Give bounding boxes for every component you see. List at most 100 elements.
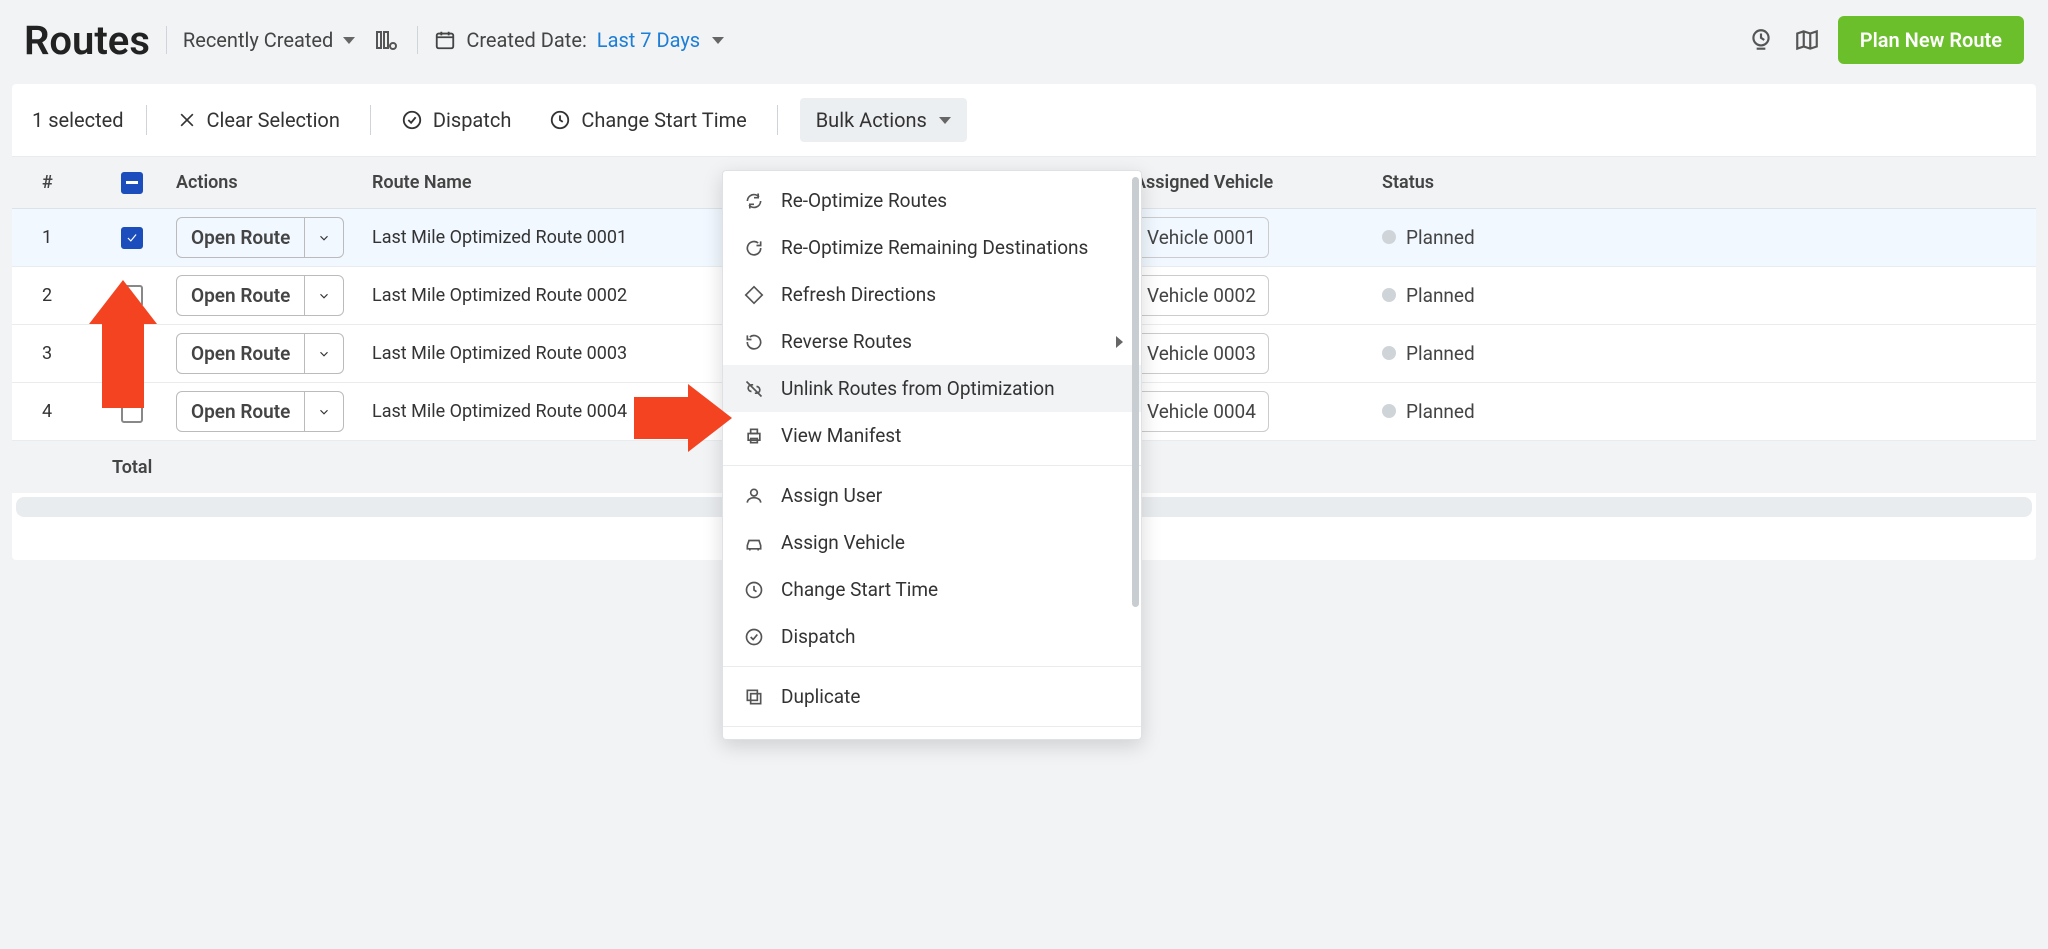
menu-separator	[723, 726, 1141, 727]
assigned-vehicle-cell[interactable]: Vehicle 0004	[1134, 391, 1269, 432]
clear-selection-button[interactable]: Clear Selection	[169, 102, 348, 138]
map-icon[interactable]	[1792, 25, 1822, 55]
divider	[417, 26, 418, 54]
menu-label: Refresh Directions	[781, 283, 936, 306]
date-range: Last 7 Days	[597, 28, 700, 52]
undo-icon	[743, 332, 765, 352]
menu-label: Unlink Routes from Optimization	[781, 377, 1055, 400]
menu-separator	[723, 465, 1141, 466]
sort-dropdown[interactable]: Recently Created	[183, 28, 355, 52]
assigned-vehicle-cell[interactable]: Vehicle 0001	[1134, 217, 1269, 258]
plan-new-route-button[interactable]: Plan New Route	[1838, 16, 2024, 64]
menu-reoptimize-routes[interactable]: Re-Optimize Routes	[723, 177, 1141, 224]
menu-dispatch[interactable]: Dispatch	[723, 613, 1141, 660]
refresh-icon	[743, 238, 765, 258]
open-route-button[interactable]: Open Route	[177, 276, 304, 315]
menu-label: Duplicate	[781, 685, 860, 708]
menu-reoptimize-remaining[interactable]: Re-Optimize Remaining Destinations	[723, 224, 1141, 271]
row-number: 2	[12, 285, 100, 306]
open-route-menu[interactable]	[304, 276, 343, 315]
calendar-icon	[434, 29, 456, 51]
page-title: Routes	[24, 17, 150, 64]
menu-assign-vehicle[interactable]: Assign Vehicle	[723, 519, 1141, 566]
status-cell: Planned	[1382, 400, 1475, 423]
bulk-actions-label: Bulk Actions	[816, 108, 927, 132]
menu-label: Dispatch	[781, 625, 856, 648]
status-dot-icon	[1382, 230, 1396, 244]
assigned-vehicle-cell[interactable]: Vehicle 0002	[1134, 275, 1269, 316]
row-checkbox[interactable]	[121, 227, 143, 249]
open-route-button[interactable]: Open Route	[177, 218, 304, 257]
col-header-status: Status	[1374, 172, 2036, 193]
annotation-arrow-up	[102, 280, 157, 408]
menu-label: Reverse Routes	[781, 330, 912, 353]
status-dot-icon	[1382, 346, 1396, 360]
close-icon	[177, 110, 197, 130]
change-start-time-button[interactable]: Change Start Time	[541, 102, 754, 138]
chevron-down-icon	[343, 37, 355, 44]
unlink-icon	[743, 379, 765, 399]
menu-label: Assign Vehicle	[781, 531, 905, 554]
divider	[370, 105, 371, 135]
open-route-button[interactable]: Open Route	[177, 334, 304, 373]
annotation-arrow-right	[634, 384, 732, 452]
total-label: Total	[112, 457, 152, 478]
check-circle-icon	[401, 109, 423, 131]
col-header-number: #	[12, 172, 100, 193]
bulk-actions-dropdown[interactable]: Bulk Actions	[800, 98, 967, 142]
date-filter[interactable]: Created Date: Last 7 Days	[434, 28, 724, 52]
menu-refresh-directions[interactable]: Refresh Directions	[723, 271, 1141, 318]
menu-change-start-time[interactable]: Change Start Time	[723, 566, 1141, 613]
menu-label: Assign User	[781, 484, 882, 507]
columns-settings-icon[interactable]	[371, 25, 401, 55]
menu-unlink-routes[interactable]: Unlink Routes from Optimization	[723, 365, 1141, 412]
menu-view-manifest[interactable]: View Manifest	[723, 412, 1141, 459]
row-number: 1	[12, 227, 100, 248]
clock-icon	[743, 580, 765, 600]
divider	[777, 105, 778, 135]
open-route-menu[interactable]	[304, 392, 343, 431]
menu-assign-user[interactable]: Assign User	[723, 472, 1141, 519]
chevron-down-icon	[939, 117, 951, 124]
routes-panel: 1 selected Clear Selection Dispatch Chan…	[12, 84, 2036, 560]
select-all-checkbox[interactable]	[121, 172, 143, 194]
menu-label: Change Start Time	[781, 578, 938, 601]
dispatch-label: Dispatch	[433, 108, 511, 132]
divider	[146, 105, 147, 135]
status-dot-icon	[1382, 288, 1396, 302]
selected-count: 1 selected	[28, 108, 124, 132]
print-icon	[743, 426, 765, 446]
row-number: 3	[12, 343, 100, 364]
divider	[166, 26, 167, 54]
person-icon	[743, 486, 765, 506]
status-dot-icon	[1382, 404, 1396, 418]
menu-label: Re-Optimize Remaining Destinations	[781, 236, 1088, 259]
menu-label: View Manifest	[781, 424, 901, 447]
dispatch-button[interactable]: Dispatch	[393, 102, 519, 138]
chevron-right-icon	[1116, 336, 1123, 348]
directions-icon	[743, 285, 765, 305]
copy-icon	[743, 687, 765, 707]
clock-icon	[549, 109, 571, 131]
clear-selection-label: Clear Selection	[207, 108, 340, 132]
col-header-actions: Actions	[164, 172, 364, 193]
bulk-actions-menu: Re-Optimize Routes Re-Optimize Remaining…	[722, 170, 1142, 740]
menu-reverse-routes[interactable]: Reverse Routes	[723, 318, 1141, 365]
chevron-down-icon	[712, 37, 724, 44]
car-icon	[743, 533, 765, 553]
menu-scrollbar[interactable]	[1132, 177, 1139, 607]
open-route-button[interactable]: Open Route	[177, 392, 304, 431]
menu-separator	[723, 666, 1141, 667]
status-cell: Planned	[1382, 342, 1475, 365]
status-cell: Planned	[1382, 226, 1475, 249]
col-header-vehicle: Assigned Vehicle	[1134, 172, 1374, 193]
sort-label: Recently Created	[183, 28, 333, 52]
change-start-label: Change Start Time	[581, 108, 746, 132]
recent-activity-icon[interactable]	[1746, 25, 1776, 55]
assigned-vehicle-cell[interactable]: Vehicle 0003	[1134, 333, 1269, 374]
row-number: 4	[12, 401, 100, 422]
open-route-menu[interactable]	[304, 334, 343, 373]
open-route-menu[interactable]	[304, 218, 343, 257]
menu-label: Re-Optimize Routes	[781, 189, 947, 212]
menu-duplicate[interactable]: Duplicate	[723, 673, 1141, 720]
